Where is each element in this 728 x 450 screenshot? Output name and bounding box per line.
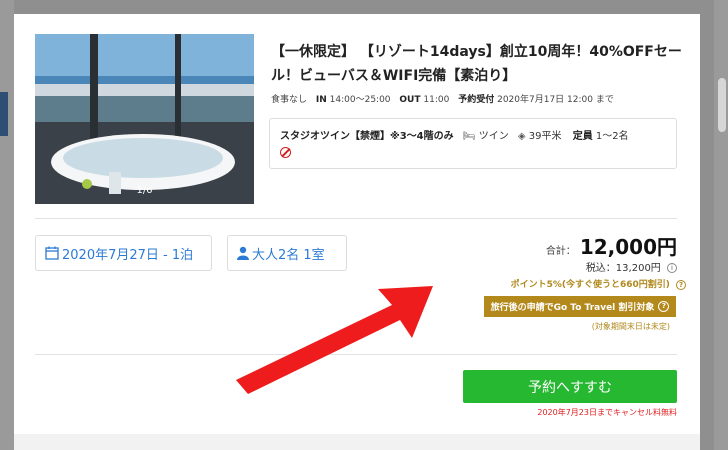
tax-included-price: 税込：13,200円 i (586, 259, 677, 274)
room-info-box: スタジオツイン【禁煙】※3～4階のみ 🛏 ツイン ◈ 39平米 定員 1～2名 (269, 118, 677, 169)
modal-footer-strip (14, 434, 700, 450)
plan-meta: 食事なし IN 14:00～25:00 OUT 11:00 予約受付 2020年… (271, 92, 620, 105)
area-icon: ◈ (517, 131, 526, 142)
divider (35, 354, 677, 355)
free-cancellation-note: 2020年7月23日までキャンセル料無料 (537, 408, 677, 417)
total-label: 合計： (545, 246, 576, 257)
total-price-row: 合計： 12,000円 (546, 231, 677, 260)
calendar-icon (45, 246, 59, 260)
room-name: スタジオツイン【禁煙】※3～4階のみ (280, 131, 454, 142)
no-smoking-icon (280, 147, 291, 158)
go-to-travel-text: 旅行後の申請でGo To Travel 割引対象 (490, 303, 655, 313)
date-value: 2020年7月27日 - 1泊 (62, 247, 194, 263)
booking-label: 予約受付 (458, 95, 495, 105)
room-capacity: 1～2名 (595, 131, 629, 142)
checkin-time: 14:00～25:00 (329, 95, 391, 105)
checkout-label: OUT (399, 95, 421, 105)
bed-icon: 🛏 (462, 131, 476, 142)
photo-counter: 1/6 (136, 185, 153, 196)
checkout-time: 11:00 (423, 95, 450, 105)
background-blue-element (0, 92, 8, 136)
booking-deadline: 2020年7月17日 12:00 まで (497, 95, 614, 105)
person-icon (237, 246, 249, 260)
scrollbar-thumb[interactable] (718, 78, 726, 132)
room-photo[interactable]: 1/6 (35, 34, 254, 204)
room-photo-image (35, 34, 254, 204)
room-size: 39平米 (528, 131, 562, 142)
reserve-button[interactable]: 予約へすすむ (463, 370, 677, 403)
background-overlay-left (0, 0, 14, 450)
points-text: ポイント5%(今すぐ使うと660円割引) (510, 280, 670, 290)
guests-selector[interactable]: 大人2名 1室 (227, 235, 347, 271)
help-icon[interactable]: ? (676, 279, 686, 290)
total-price: 12,000円 (579, 235, 677, 259)
meal-info: 食事なし (271, 95, 308, 105)
guests-value: 大人2名 1室 (252, 247, 325, 263)
date-selector[interactable]: 2020年7月27日 - 1泊 (35, 235, 212, 271)
plan-title: 【一休限定】 【リゾート14days】創立10周年！40%OFFセール！ビューバ… (271, 44, 682, 84)
info-icon[interactable]: i (667, 263, 677, 273)
divider (35, 218, 677, 219)
checkin-label: IN (315, 95, 327, 105)
plan-detail-modal: 1/6 【一休限定】 【リゾート14days】創立10周年！40%OFFセール！… (14, 14, 700, 450)
go-to-travel-badge[interactable]: 旅行後の申請でGo To Travel 割引対象 ? (484, 296, 676, 317)
points-info: ポイント5%(今すぐ使うと660円割引) ? (511, 277, 686, 290)
bed-type: ツイン (478, 131, 509, 142)
help-icon[interactable]: ? (658, 301, 670, 312)
capacity-label: 定員 (572, 131, 593, 142)
tax-value: 税込：13,200円 (585, 263, 661, 274)
scrollbar-track[interactable] (714, 0, 728, 450)
go-to-travel-note: (対象期間末日は未定) (591, 322, 670, 331)
